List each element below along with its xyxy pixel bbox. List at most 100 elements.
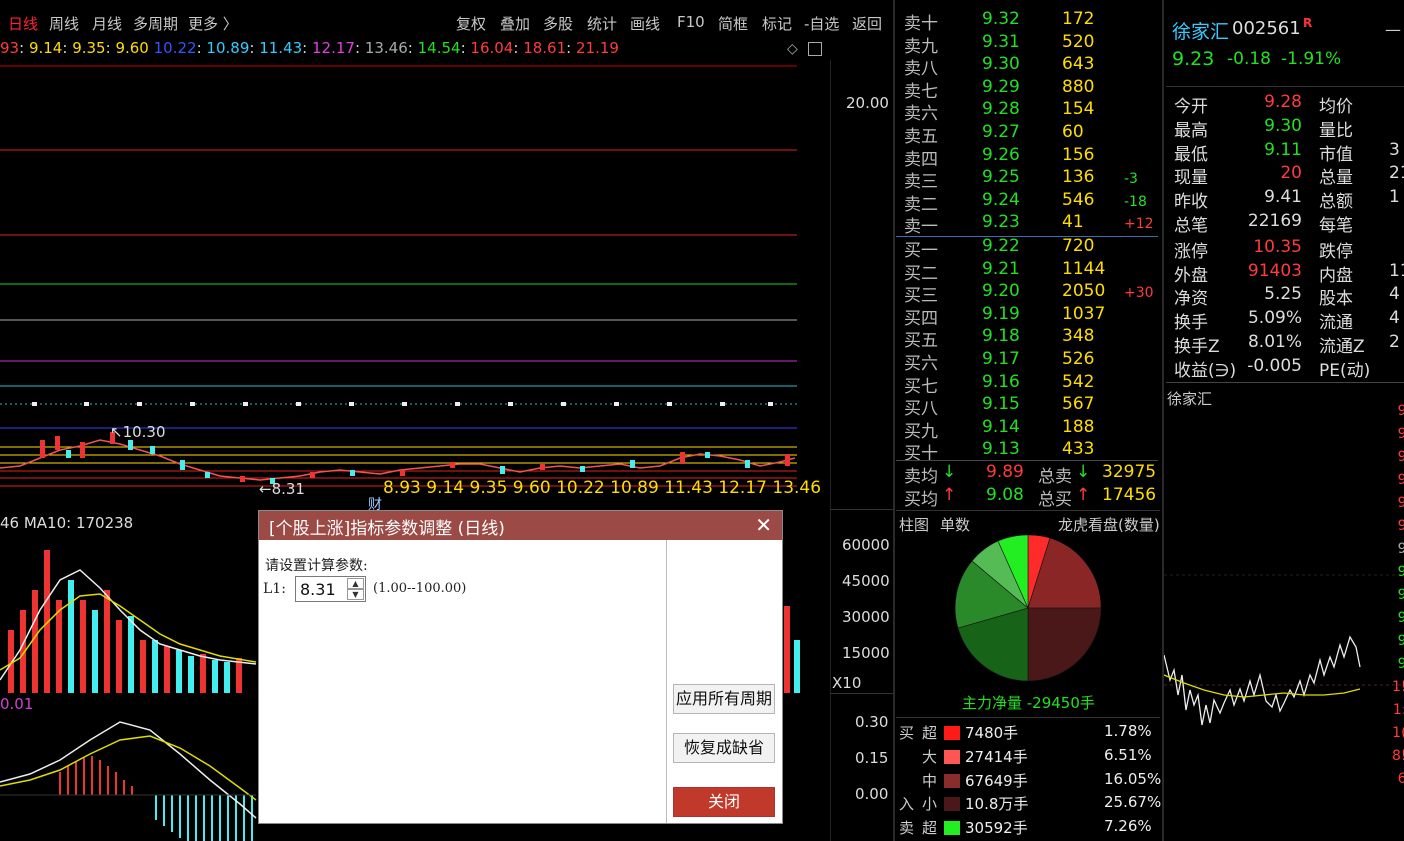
ask-row[interactable]: 卖十 9.32 172	[896, 9, 1162, 34]
menu-dash-icon[interactable]: —	[1385, 20, 1401, 39]
ask-row[interactable]: 卖二 9.24 546 -18	[896, 190, 1162, 215]
level-label: 卖一	[904, 217, 938, 238]
volume-change: -3	[1124, 171, 1138, 188]
ask-row[interactable]: 卖四 9.26 156	[896, 144, 1162, 170]
indicator-param-dialog: [个股上涨]指标参数调整 (日线) ✕ 请设置计算参数: L1: 8.31 ▲ …	[258, 510, 783, 824]
tab-more[interactable]: 更多 〉	[188, 13, 238, 34]
level-label: 卖四	[904, 149, 938, 170]
bid-row[interactable]: 买八 9.15 567	[896, 394, 1162, 420]
total-sell-label: 总卖	[1038, 467, 1072, 487]
flow-side: 入	[899, 795, 915, 814]
back-button[interactable]: 返回	[852, 13, 882, 34]
level-label: 11.43	[664, 478, 713, 498]
ask-row[interactable]: 卖六 9.28 154	[896, 99, 1162, 124]
level-price: 9.19	[982, 303, 1020, 324]
param-stepper[interactable]: 8.31 ▲ ▼	[295, 576, 366, 602]
level-price: 9.21	[982, 258, 1020, 279]
total-sell-value: 32975	[1102, 462, 1157, 482]
level-price: 9.15	[982, 394, 1020, 415]
restore-right-button[interactable]: 复权	[456, 13, 486, 34]
flow-row: 卖超 30592手 7.26%	[896, 817, 1162, 841]
bid-row[interactable]: 买五 9.18 348	[896, 326, 1162, 351]
stat-row: 外盘 91403 内盘 11	[1166, 261, 1404, 286]
tab-order-count[interactable]: 单数	[940, 514, 970, 535]
bid-row[interactable]: 买二 9.21 1144	[896, 258, 1162, 284]
multi-stock-button[interactable]: 多股	[543, 13, 573, 34]
bid-row[interactable]: 买一 9.22 720	[896, 236, 1162, 261]
bid-row[interactable]: 买九 9.14 188	[896, 416, 1162, 442]
param-range: (1.00--100.00)	[373, 581, 467, 596]
level-price: 9.17	[982, 349, 1020, 369]
stat-value: 5.25	[1264, 284, 1302, 305]
bid-row[interactable]: 买七 9.16 542	[896, 372, 1162, 397]
flow-type: 大	[922, 747, 938, 766]
stat-label: 内盘	[1319, 265, 1353, 286]
level-price: 9.30	[982, 54, 1020, 75]
bid-row[interactable]: 买四 9.19 1037	[896, 303, 1162, 329]
draw-line-button[interactable]: 画线	[630, 13, 660, 34]
level-volume: 154	[1062, 99, 1095, 120]
close-button[interactable]: 关闭	[673, 787, 775, 817]
statistics-button[interactable]: 统计	[587, 13, 617, 34]
stat-label: 今开	[1174, 97, 1208, 117]
simple-frame-button[interactable]: 简框	[718, 13, 748, 34]
flow-percent: 1.78%	[1104, 722, 1152, 740]
bid-row[interactable]: 买三 9.20 2050 +30	[896, 281, 1162, 306]
stepper-up-icon[interactable]: ▲	[347, 578, 364, 589]
ask-row[interactable]: 卖八 9.30 643	[896, 54, 1162, 79]
level-label: 买八	[904, 399, 938, 420]
level-volume: 2050	[1062, 281, 1106, 302]
tab-weekly[interactable]: 周线	[49, 13, 79, 34]
param-input[interactable]: 8.31	[300, 580, 336, 599]
flow-color-swatch	[944, 797, 960, 812]
bid-row[interactable]: 买六 9.17 526	[896, 349, 1162, 374]
total-buy-value: 17456	[1102, 485, 1157, 505]
high-price-marker: ↖10.30	[110, 423, 166, 441]
stat-row: 最低 9.11 市值 3	[1166, 140, 1404, 165]
up-arrow-icon: ↑	[942, 485, 957, 505]
apply-all-periods-button[interactable]: 应用所有周期	[673, 684, 775, 714]
tab-bar-chart[interactable]: 柱图	[899, 514, 929, 535]
divider	[896, 510, 1160, 511]
tab-dragon-tiger[interactable]: 龙虎看盘(数量)	[1058, 514, 1160, 535]
kline-chart[interactable]	[0, 58, 830, 510]
stat-label: 总笔	[1174, 216, 1208, 236]
tab-daily[interactable]: 日线	[8, 13, 38, 34]
level-volume: 156	[1062, 144, 1095, 165]
level-volume: 188	[1062, 416, 1095, 437]
buy-avg-price: 9.08	[986, 485, 1024, 505]
stat-label: 总额	[1319, 192, 1353, 213]
stepper-down-icon[interactable]: ▼	[347, 589, 364, 600]
settings-diamond-icon[interactable]: ◇	[787, 41, 798, 57]
level-label: 买二	[904, 263, 938, 284]
bid-row[interactable]: 买十 9.13 433	[896, 439, 1162, 464]
panel-toggle-icon[interactable]	[808, 42, 822, 56]
watchlist-button[interactable]: -自选	[804, 13, 839, 34]
flow-color-swatch	[944, 773, 960, 788]
ask-row[interactable]: 卖一 9.23 41 +12	[896, 212, 1162, 238]
level-price: 9.18	[982, 326, 1020, 347]
flow-quantity: 27414手	[965, 747, 1028, 766]
flow-quantity: 67649手	[965, 771, 1028, 790]
restore-default-button[interactable]: 恢复成缺省	[673, 733, 775, 763]
f10-button[interactable]: F10	[677, 13, 705, 31]
level-volume: 136	[1062, 167, 1095, 188]
level-label: 买一	[904, 241, 938, 261]
flow-type: 超	[922, 819, 938, 838]
ask-row[interactable]: 卖三 9.25 136 -3	[896, 167, 1162, 192]
overlay-button[interactable]: 叠加	[500, 13, 530, 34]
ask-row[interactable]: 卖九 9.31 520	[896, 32, 1162, 57]
stat-label: 市值	[1319, 144, 1353, 165]
ask-row[interactable]: 卖七 9.29 880	[896, 77, 1162, 102]
mark-button[interactable]: 标记	[762, 13, 792, 34]
level-value: 9.35	[72, 39, 106, 57]
intraday-mini-chart[interactable]	[1164, 405, 1404, 841]
ask-row[interactable]: 卖五 9.27 60	[896, 122, 1162, 147]
low-price-marker: ←8.31	[259, 480, 305, 498]
tab-monthly[interactable]: 月线	[92, 13, 122, 34]
dialog-divider	[666, 540, 667, 823]
close-icon[interactable]: ✕	[755, 513, 772, 537]
level-price: 9.28	[982, 99, 1020, 120]
flow-percent: 6.51%	[1104, 745, 1152, 764]
tab-multi-period[interactable]: 多周期	[133, 13, 178, 34]
